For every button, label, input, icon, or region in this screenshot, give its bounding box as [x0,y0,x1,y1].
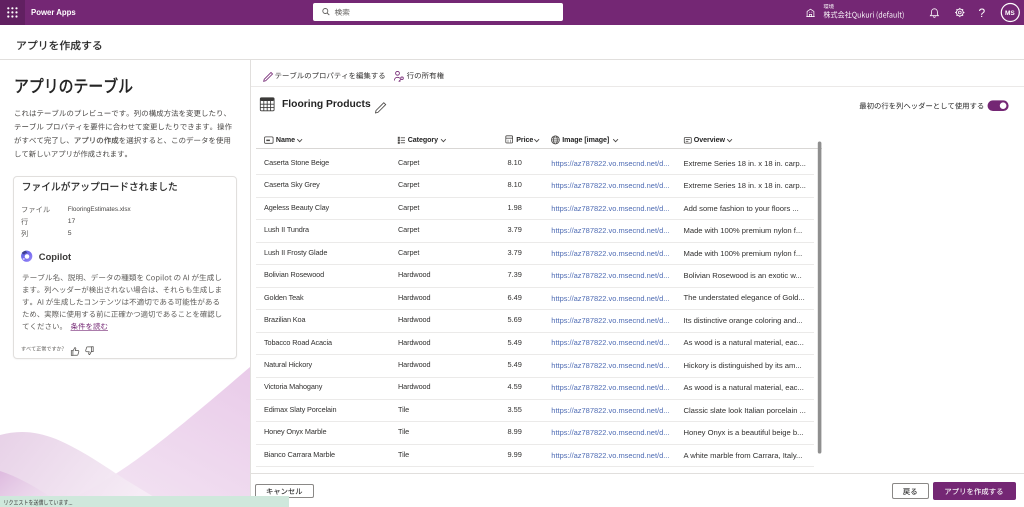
svg-text:MS: MS [1005,10,1015,17]
svg-text:?: ? [979,6,986,20]
